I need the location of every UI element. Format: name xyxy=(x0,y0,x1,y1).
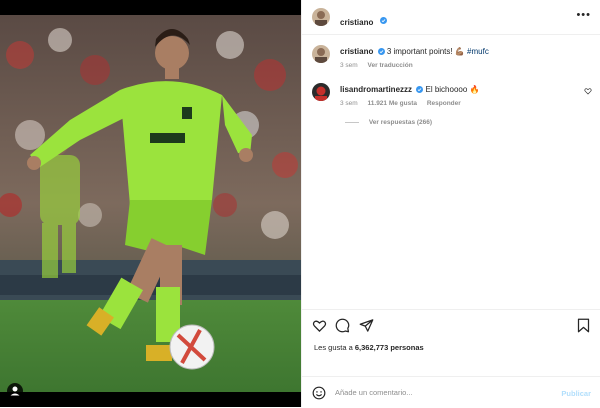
comment-like-heart-icon[interactable] xyxy=(584,87,592,95)
caption-meta: 3 sem Ver traducción xyxy=(340,62,600,69)
comment-composer: Publicar xyxy=(302,376,600,408)
heart-icon[interactable] xyxy=(312,318,327,333)
likes-count: 6,362,773 xyxy=(354,343,389,352)
player-photo-illustration xyxy=(0,15,301,392)
commenter-avatar[interactable] xyxy=(312,83,330,101)
comment-text-row: lisandromartinezzz El bichoooo 🔥 xyxy=(340,84,600,95)
post-media-panel xyxy=(0,0,301,407)
verified-badge-icon xyxy=(377,48,385,56)
more-options-icon[interactable]: ••• xyxy=(576,10,591,21)
caption-block: cristiano 3 important points! 💪🏽 #mufc 3… xyxy=(340,46,600,69)
reply-button[interactable]: Responder xyxy=(427,100,461,107)
comment-icon[interactable] xyxy=(335,318,350,333)
caption-hashtag[interactable]: #mufc xyxy=(467,47,489,56)
replies-divider xyxy=(345,121,359,123)
likes-summary[interactable]: Les gusta a 6,362,773 personas xyxy=(314,343,424,352)
verified-badge-icon xyxy=(416,86,424,94)
view-replies-link[interactable]: Ver respuestas (266) xyxy=(345,119,432,126)
verified-badge-icon xyxy=(379,17,387,25)
caption-text: 3 important points! 💪🏽 xyxy=(386,47,465,56)
post-photo[interactable] xyxy=(0,15,301,392)
commenter-avatar-image xyxy=(312,83,330,101)
emoji-icon[interactable] xyxy=(312,386,326,400)
comment-author[interactable]: lisandromartinezzz xyxy=(340,85,412,94)
comment-meta: 3 sem 11.921 Me gusta Responder xyxy=(340,100,600,107)
comment-text: El bichoooo 🔥 xyxy=(425,85,480,94)
publish-button[interactable]: Publicar xyxy=(561,389,591,398)
comment-time: 3 sem xyxy=(340,100,358,107)
caption-avatar-image xyxy=(312,45,330,63)
post-header: cristiano ••• xyxy=(302,0,600,35)
caption-text-row: cristiano 3 important points! 💪🏽 #mufc xyxy=(340,46,600,57)
caption-time: 3 sem xyxy=(340,62,358,69)
view-replies-label: Ver respuestas (266) xyxy=(368,119,433,126)
likes-suffix: personas xyxy=(390,343,424,352)
likes-prefix: Les gusta a xyxy=(314,343,353,352)
translate-link[interactable]: Ver traducción xyxy=(368,62,413,69)
comment-input[interactable] xyxy=(335,385,545,400)
caption-avatar[interactable] xyxy=(312,45,330,63)
author-name-row: cristiano xyxy=(340,12,387,30)
caption-author[interactable]: cristiano xyxy=(340,47,373,56)
post-details-panel: cristiano ••• cristiano 3 important poin… xyxy=(301,0,600,407)
comment-item: lisandromartinezzz El bichoooo 🔥 3 sem 1… xyxy=(340,84,600,107)
user-tag-icon xyxy=(10,386,20,396)
bookmark-icon[interactable] xyxy=(576,318,591,333)
author-avatar-image xyxy=(312,8,330,26)
comment-likes[interactable]: 11.921 Me gusta xyxy=(368,100,418,107)
share-icon[interactable] xyxy=(359,318,374,333)
post-actions-bar xyxy=(302,309,600,335)
author-username[interactable]: cristiano xyxy=(340,18,373,27)
user-tag-button[interactable] xyxy=(7,383,23,399)
author-avatar[interactable] xyxy=(312,8,330,26)
